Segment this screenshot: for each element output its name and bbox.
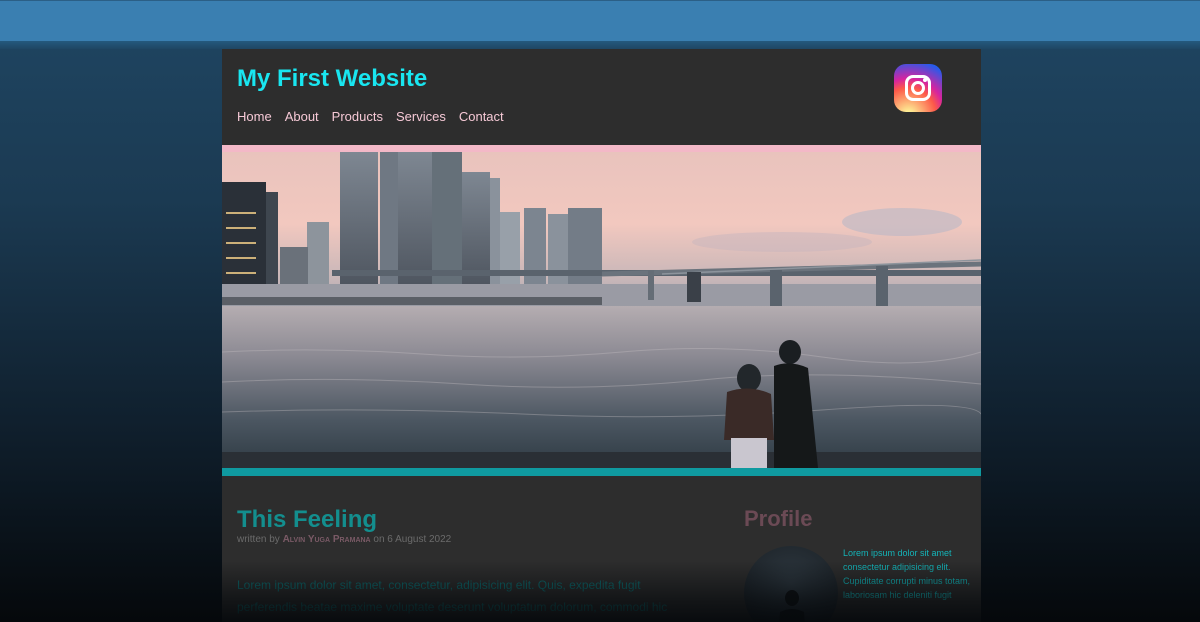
instagram-dot xyxy=(923,78,927,82)
profile-title: Profile xyxy=(744,506,813,531)
nav-services[interactable]: Services xyxy=(396,109,446,124)
instagram-lens xyxy=(911,81,925,95)
instagram-icon[interactable] xyxy=(894,64,942,112)
post-body: Lorem ipsum dolor sit amet, consectetur,… xyxy=(237,578,668,614)
browser-top-bar xyxy=(0,0,1200,41)
nav-products[interactable]: Products xyxy=(332,109,383,124)
teal-divider xyxy=(222,468,981,476)
nav-home[interactable]: Home xyxy=(237,109,272,124)
nav-contact[interactable]: Contact xyxy=(459,109,504,124)
profile-text: Lorem ipsum dolor sit amet consectetur a… xyxy=(843,548,971,600)
post-author: Alvin Yuga Pramana xyxy=(282,534,371,545)
pink-divider xyxy=(222,145,981,152)
site-header: My First Website Home About Products Ser… xyxy=(222,49,981,145)
hero-photo xyxy=(222,152,981,468)
avatar xyxy=(744,546,838,622)
byline-prefix: written by xyxy=(237,534,280,545)
avatar-photo xyxy=(779,590,805,622)
top-bar-shadow xyxy=(0,41,1200,49)
hero-image xyxy=(222,152,981,468)
post-date: 6 August 2022 xyxy=(387,534,452,545)
page-container: My First Website Home About Products Ser… xyxy=(222,49,981,622)
main-nav: Home About Products Services Contact xyxy=(237,109,504,124)
post-byline: written by Alvin Yuga Pramana on 6 Augus… xyxy=(237,534,451,545)
nav-about[interactable]: About xyxy=(285,109,319,124)
site-title: My First Website xyxy=(237,65,428,92)
byline-on: on xyxy=(373,534,385,545)
post-title: This Feeling xyxy=(237,506,378,533)
content-area: This Feeling written by Alvin Yuga Prama… xyxy=(222,476,981,622)
